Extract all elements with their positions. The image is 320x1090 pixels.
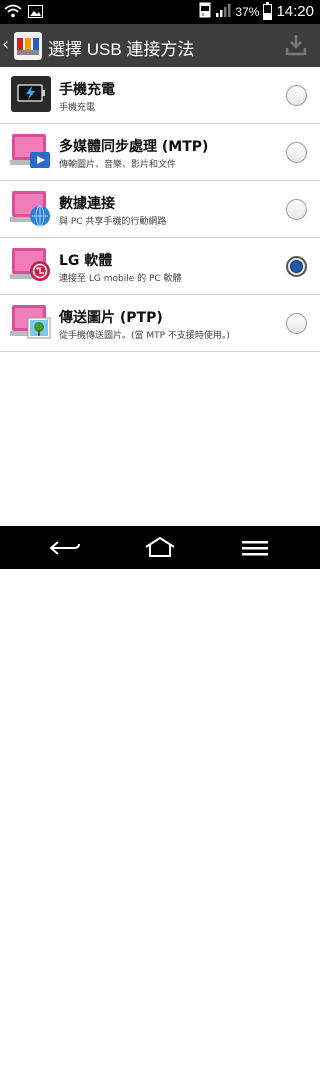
option-title: 多媒體同步處理 (MTP) (59, 139, 209, 155)
lg-software-icon (10, 246, 52, 286)
radio-button-selected[interactable] (286, 256, 307, 277)
signal-icon (215, 2, 231, 21)
navigation-bar: jk_munin111@ sogi.com.tw (0, 526, 320, 1090)
image-icon (28, 3, 43, 22)
sim-icon: x (199, 2, 211, 21)
battery-icon (263, 1, 273, 20)
option-lg-software[interactable]: LG 軟體 連接至 LG mobile 的 PC 軟體 (0, 238, 320, 295)
radio-button[interactable] (286, 142, 307, 163)
usb-connection-options: 手機充電 手機充電 多媒體同步處理 (MTP) 傳輸圖片、音樂、影片和文件 數據… (0, 67, 320, 352)
watermark: jk_munin111@ sogi.com.tw (152, 1078, 286, 1090)
option-subtitle: 與 PC 共享手機的行動網路 (59, 217, 167, 227)
status-bar: x 37% 14:20 (0, 0, 320, 24)
back-chevron-icon[interactable]: ‹ (2, 34, 9, 55)
option-title: 數據連接 (59, 196, 115, 212)
wifi-icon (4, 3, 22, 22)
option-tethering[interactable]: 數據連接 與 PC 共享手機的行動網路 (0, 181, 320, 238)
radio-button[interactable] (286, 199, 307, 220)
option-ptp[interactable]: 傳送圖片 (PTP) 從手機傳送圖片。(當 MTP 不支援時使用。) (0, 295, 320, 352)
option-title: LG 軟體 (59, 253, 113, 269)
charge-icon (10, 75, 52, 115)
media-sync-icon (10, 132, 52, 172)
option-subtitle: 手機充電 (59, 103, 96, 113)
option-charge[interactable]: 手機充電 手機充電 (0, 67, 320, 124)
action-bar: ‹ 選擇 USB 連接方法 (0, 24, 320, 67)
option-subtitle: 連接至 LG mobile 的 PC 軟體 (59, 274, 182, 284)
usb-settings-icon[interactable] (14, 32, 42, 60)
home-icon[interactable] (143, 536, 177, 562)
page-title: 選擇 USB 連接方法 (48, 40, 195, 59)
menu-icon[interactable] (240, 540, 270, 560)
svg-text:x: x (202, 12, 205, 18)
download-icon[interactable] (284, 33, 308, 57)
option-title: 手機充電 (59, 82, 115, 98)
option-mtp[interactable]: 多媒體同步處理 (MTP) 傳輸圖片、音樂、影片和文件 (0, 124, 320, 181)
battery-percent: 37% (235, 4, 260, 19)
tethering-icon (10, 189, 52, 229)
back-icon[interactable] (48, 539, 82, 561)
radio-button[interactable] (286, 85, 307, 106)
ptp-icon (10, 303, 52, 343)
option-subtitle: 傳輸圖片、音樂、影片和文件 (59, 160, 177, 170)
clock: 14:20 (276, 3, 314, 20)
option-subtitle: 從手機傳送圖片。(當 MTP 不支援時使用。) (59, 331, 230, 341)
radio-button[interactable] (286, 313, 307, 334)
option-title: 傳送圖片 (PTP) (59, 310, 163, 326)
